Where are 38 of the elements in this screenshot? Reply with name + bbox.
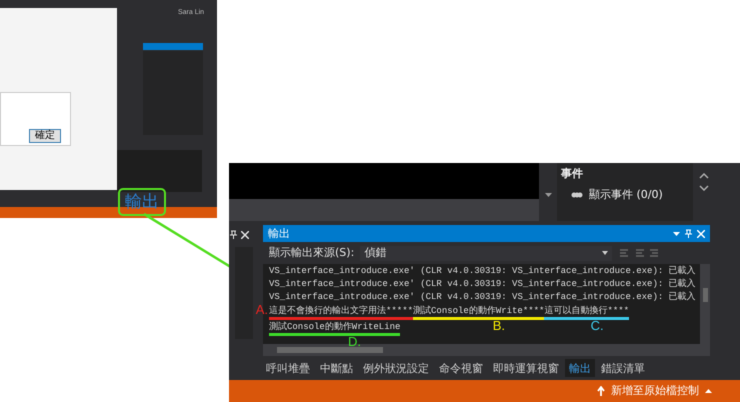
panel-tab[interactable]: 命令視窗 (435, 359, 487, 377)
dropdown-caret-icon[interactable] (544, 193, 552, 197)
panel-tab[interactable]: 輸出 (565, 359, 595, 377)
status-text[interactable]: 新增至原始檔控制 (611, 382, 699, 400)
panel-tab[interactable]: 例外狀況設定 (359, 359, 433, 377)
panel-tab[interactable]: 錯誤清單 (597, 359, 649, 377)
scroll-down-icon[interactable] (699, 185, 709, 191)
output-title: 輸出 (268, 228, 290, 239)
underlined-text: 這可以自動換行**** (544, 305, 630, 320)
underlined-text: 測試Console的動作Write**** (413, 305, 544, 320)
underlined-text: 測試Console的動作WriteLine (269, 321, 400, 336)
dropdown-caret-icon (602, 251, 608, 255)
ok-button[interactable]: 確定 (29, 129, 61, 143)
pin-icon[interactable] (230, 230, 237, 239)
source-dropdown[interactable]: 偵錯 (360, 246, 612, 260)
annotation-label: A. (256, 303, 269, 316)
menu-caret-icon[interactable] (673, 232, 680, 236)
scroll-up-icon[interactable] (699, 173, 709, 179)
close-icon[interactable] (241, 230, 249, 238)
scrollbar-thumb[interactable] (702, 288, 708, 302)
up-arrow-icon (597, 386, 605, 396)
output-line: VS_interface_introduce.exe' (CLR v4.0.30319: VS_interface_introduce.exe): 已載入 (269, 265, 697, 278)
panel-tab[interactable]: 即時運算視窗 (489, 359, 563, 377)
show-events-item[interactable]: 顯示事件 (0/0) (589, 186, 663, 203)
underlined-text: 這是不會換行的輸出文字用法***** (269, 305, 414, 320)
panel-tab[interactable]: 中斷點 (316, 359, 357, 377)
scrollbar-thumb[interactable] (277, 347, 383, 353)
annotation-label: D. (348, 335, 361, 348)
annotation-label: C. (590, 319, 604, 332)
events-heading: 事件 (561, 166, 584, 182)
source-label: 顯示輸出來源(S): (269, 244, 354, 261)
diagnostics-title-bar (143, 43, 203, 50)
output-line: VS_interface_introduce.exe' (CLR v4.0.30319: VS_interface_introduce.exe): 已載入 (269, 278, 697, 291)
annotation-label: B. (492, 319, 506, 332)
output-line: VS_interface_introduce.exe' (CLR v4.0.30319: VS_interface_introduce.exe): 已載入 (269, 291, 697, 304)
panel-tab[interactable]: 呼叫堆疊 (262, 359, 314, 377)
caret-up-icon[interactable] (705, 389, 712, 393)
callout-label: 輸出 (125, 194, 159, 210)
